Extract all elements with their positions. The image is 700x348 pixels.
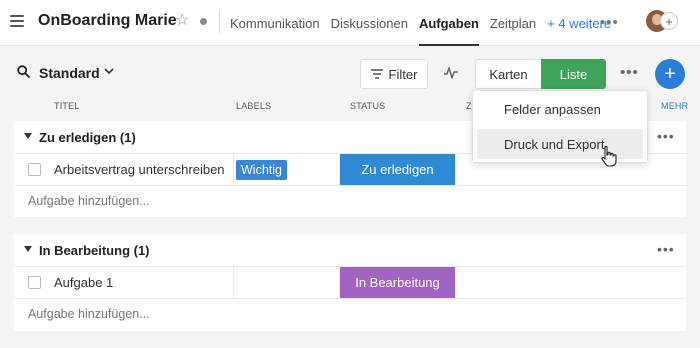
status-dot-icon[interactable]: [200, 18, 207, 25]
caret-down-icon[interactable]: [24, 246, 32, 252]
status-cell[interactable]: In Bearbeitung: [340, 267, 455, 298]
divider: [455, 154, 456, 185]
view-toggle: Karten Liste: [475, 59, 606, 89]
column-header-partial[interactable]: Z: [466, 101, 472, 111]
group-title: In Bearbeitung (1): [39, 243, 150, 258]
label-chip[interactable]: Wichtig: [236, 160, 287, 180]
caret-down-icon[interactable]: [24, 133, 32, 139]
top-bar: OnBoarding Marie ☆ Kommunikation Diskuss…: [0, 0, 700, 46]
add-member-button[interactable]: +: [660, 12, 678, 30]
task-checkbox[interactable]: [28, 276, 41, 289]
task-group: In Bearbeitung (1) ••• Aufgabe 1 In Bear…: [14, 234, 686, 331]
filter-label: Filter: [388, 66, 418, 82]
column-header-labels[interactable]: LABELS: [236, 101, 271, 111]
chevron-down-icon[interactable]: [104, 66, 114, 78]
tab-diskussionen[interactable]: Diskussionen: [331, 0, 408, 46]
column-header-more[interactable]: MEHR: [661, 101, 688, 111]
column-header-title[interactable]: TITEL: [54, 101, 80, 111]
filter-button[interactable]: Filter: [360, 59, 428, 89]
group-header[interactable]: In Bearbeitung (1) •••: [14, 234, 686, 267]
filter-icon: [370, 67, 383, 82]
hand-cursor-icon: [600, 145, 618, 172]
cards-view-button[interactable]: Karten: [475, 59, 541, 89]
table-row[interactable]: Aufgabe 1 In Bearbeitung: [14, 267, 686, 299]
activity-icon[interactable]: [443, 65, 459, 84]
project-nav: Kommunikation Diskussionen Aufgaben Zeit…: [230, 0, 622, 46]
more-options-icon[interactable]: •••: [600, 14, 619, 31]
star-icon[interactable]: ☆: [175, 12, 189, 30]
task-name[interactable]: Arbeitsvertrag unterschreiben: [54, 162, 225, 177]
task-name[interactable]: Aufgabe 1: [54, 275, 113, 290]
group-title: Zu erledigen (1): [39, 130, 136, 145]
divider: [233, 267, 234, 298]
task-checkbox[interactable]: [28, 163, 41, 176]
list-view-button[interactable]: Liste: [541, 59, 606, 89]
tab-aufgaben[interactable]: Aufgaben: [418, 0, 479, 46]
divider: [233, 154, 234, 185]
add-task-link[interactable]: Aufgabe hinzufügen...: [28, 307, 150, 321]
divider: [455, 267, 456, 298]
column-header-status[interactable]: STATUS: [350, 101, 385, 111]
options-menu: Felder anpassen Druck und Export: [472, 90, 648, 163]
view-selector[interactable]: Standard: [39, 65, 100, 81]
menu-icon[interactable]: [10, 15, 24, 27]
tab-kommunikation[interactable]: Kommunikation: [230, 0, 320, 46]
search-icon[interactable]: [17, 65, 30, 81]
status-cell[interactable]: Zu erledigen: [340, 154, 455, 185]
tab-zeitplan[interactable]: Zeitplan: [490, 0, 536, 46]
project-title: OnBoarding Marie: [38, 12, 177, 29]
divider: [219, 10, 220, 34]
group-options-icon[interactable]: •••: [657, 128, 675, 144]
add-task-button[interactable]: +: [655, 59, 685, 89]
more-options-icon[interactable]: •••: [620, 64, 639, 81]
group-options-icon[interactable]: •••: [657, 241, 675, 257]
menu-item-customize-fields[interactable]: Felder anpassen: [477, 94, 643, 124]
menu-item-print-export[interactable]: Druck und Export: [477, 129, 643, 159]
add-task-link[interactable]: Aufgabe hinzufügen...: [28, 194, 150, 208]
